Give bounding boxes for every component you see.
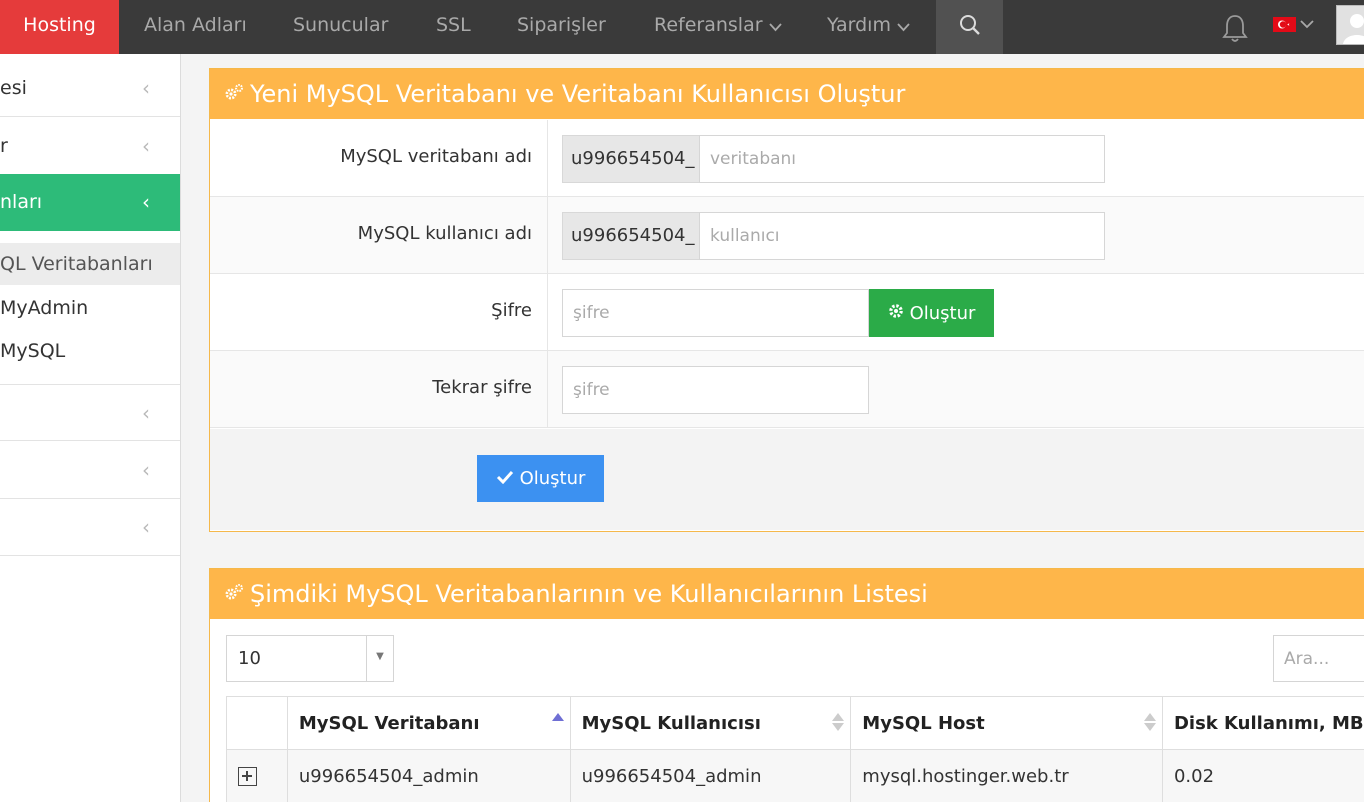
db-name-label: MySQL veritabanı adı [210,120,548,197]
sidebar-item-4[interactable]: ‹ [0,384,180,441]
avatar[interactable] [1336,5,1364,45]
sidebar-item-databases[interactable]: nları ‹ [0,174,180,231]
password-label: Şifre [210,274,548,351]
sidebar-item-5[interactable]: ‹ [0,442,180,499]
create-panel-footer: Oluştur [210,429,1364,530]
table-search-input[interactable] [1273,635,1364,682]
column-header-label: Disk Kullanımı, MB [1173,712,1364,734]
chevron-left-icon: ‹ [142,134,150,158]
user-cell: u996654504_admin [569,749,852,802]
db-name-input[interactable] [699,135,1105,183]
db-user-input[interactable] [699,212,1105,260]
sidebar-subitem-remote-mysql[interactable]: MySQL [0,330,180,372]
db-user-label: MySQL kullanıcı adı [210,197,548,274]
gears-icon [224,68,244,118]
page-size-select[interactable]: 10 ▼ [226,635,394,682]
sidebar-subitem-mysql-databases[interactable]: QL Veritabanları [0,243,180,285]
turkey-flag-icon[interactable] [1273,17,1296,32]
database-cell: u996654504_admin [286,749,571,802]
expand-plus-icon[interactable] [238,767,257,786]
sidebar-item-label: nları [0,191,43,213]
nav-references[interactable]: Referanslar [654,0,782,54]
nav-help[interactable]: Yardım [827,0,910,54]
expand-column-header [226,696,288,750]
top-navbar: Hosting Alan Adları Sunucular SSL Sipari… [0,0,1364,61]
page-size-value: 10 [238,648,261,669]
chevron-left-icon: ‹ [142,458,150,482]
database-list-panel: Şimdiki MySQL Veritabanlarının ve Kullan… [209,568,1364,802]
password-input[interactable] [562,289,869,337]
password-row: Şifre Oluştur [210,274,1364,351]
check-icon [496,468,514,489]
nav-references-label: Referanslar [654,14,763,36]
nav-orders[interactable]: Siparişler [517,0,606,54]
repeat-password-row: Tekrar şifre [210,351,1364,428]
table-header-row: MySQL Veritabanı MySQL Kullanıcısı MySQL… [226,696,1364,750]
panel-header: Şimdiki MySQL Veritabanlarının ve Kullan… [210,569,1364,619]
chevron-left-icon: ‹ [142,515,150,539]
sidebar-item-1[interactable]: esi ‹ [0,60,180,117]
expand-cell[interactable] [226,749,288,802]
language-chevron-down-icon[interactable] [1300,14,1314,38]
repeat-password-input[interactable] [562,366,869,414]
column-header-host[interactable]: MySQL Host [850,696,1163,750]
repeat-password-label: Tekrar şifre [210,351,548,428]
sort-icon [1143,713,1156,731]
panel-title: Şimdiki MySQL Veritabanlarının ve Kullan… [250,580,928,608]
create-database-panel: Yeni MySQL Veritabanı ve Veritabanı Kull… [209,68,1364,532]
db-name-row: MySQL veritabanı adı u996654504_ [210,120,1364,197]
column-header-disk[interactable]: Disk Kullanımı, MB [1161,696,1364,750]
sidebar-item-label: r [0,135,8,157]
sidebar-subitem-phpmyadmin[interactable]: MyAdmin [0,287,180,329]
create-button-label: Oluştur [519,468,586,489]
column-header-label: MySQL Host [862,712,985,734]
create-button[interactable]: Oluştur [477,455,604,502]
sort-ascending-icon [551,713,564,721]
nav-servers[interactable]: Sunucular [293,0,388,54]
chevron-left-icon: ‹ [142,190,150,214]
host-cell: mysql.hostinger.web.tr [850,749,1163,802]
panel-header: Yeni MySQL Veritabanı ve Veritabanı Kull… [210,69,1364,119]
sidebar: esi ‹ r ‹ nları ‹ QL Veritabanları MyAdm… [0,54,181,802]
sidebar-item-2[interactable]: r ‹ [0,118,180,175]
bell-icon[interactable] [1221,13,1249,47]
column-header-label: MySQL Veritabanı [298,712,480,734]
search-button[interactable] [936,0,1003,54]
db-user-prefix: u996654504_ [562,212,699,260]
panel-title: Yeni MySQL Veritabanı ve Veritabanı Kull… [250,80,906,108]
disk-cell: 0.02 [1161,749,1364,802]
nav-ssl[interactable]: SSL [436,0,471,54]
sort-icon [832,713,845,731]
column-header-database[interactable]: MySQL Veritabanı [286,696,571,750]
generate-password-button[interactable]: Oluştur [869,289,994,337]
table-row: u996654504_admin u996654504_admin mysql.… [226,749,1364,802]
column-header-label: MySQL Kullanıcısı [581,712,761,734]
chevron-down-icon [768,1,782,51]
gears-icon [224,568,244,618]
column-header-user[interactable]: MySQL Kullanıcısı [569,696,852,750]
chevron-left-icon: ‹ [142,76,150,100]
db-name-prefix: u996654504_ [562,135,699,183]
sidebar-item-label: esi [0,77,27,99]
sidebar-item-6[interactable]: ‹ [0,499,180,556]
search-icon [959,14,981,40]
caret-down-icon: ▼ [366,636,393,681]
db-user-row: MySQL kullanıcı adı u996654504_ [210,197,1364,274]
nav-domains[interactable]: Alan Adları [144,0,247,54]
chevron-left-icon: ‹ [142,401,150,425]
chevron-down-icon [897,1,910,51]
database-table: MySQL Veritabanı MySQL Kullanıcısı MySQL… [226,696,1364,802]
nav-help-label: Yardım [827,14,891,36]
generate-password-label: Oluştur [909,302,976,324]
nav-hosting[interactable]: Hosting [0,0,119,61]
gear-icon [888,303,904,324]
